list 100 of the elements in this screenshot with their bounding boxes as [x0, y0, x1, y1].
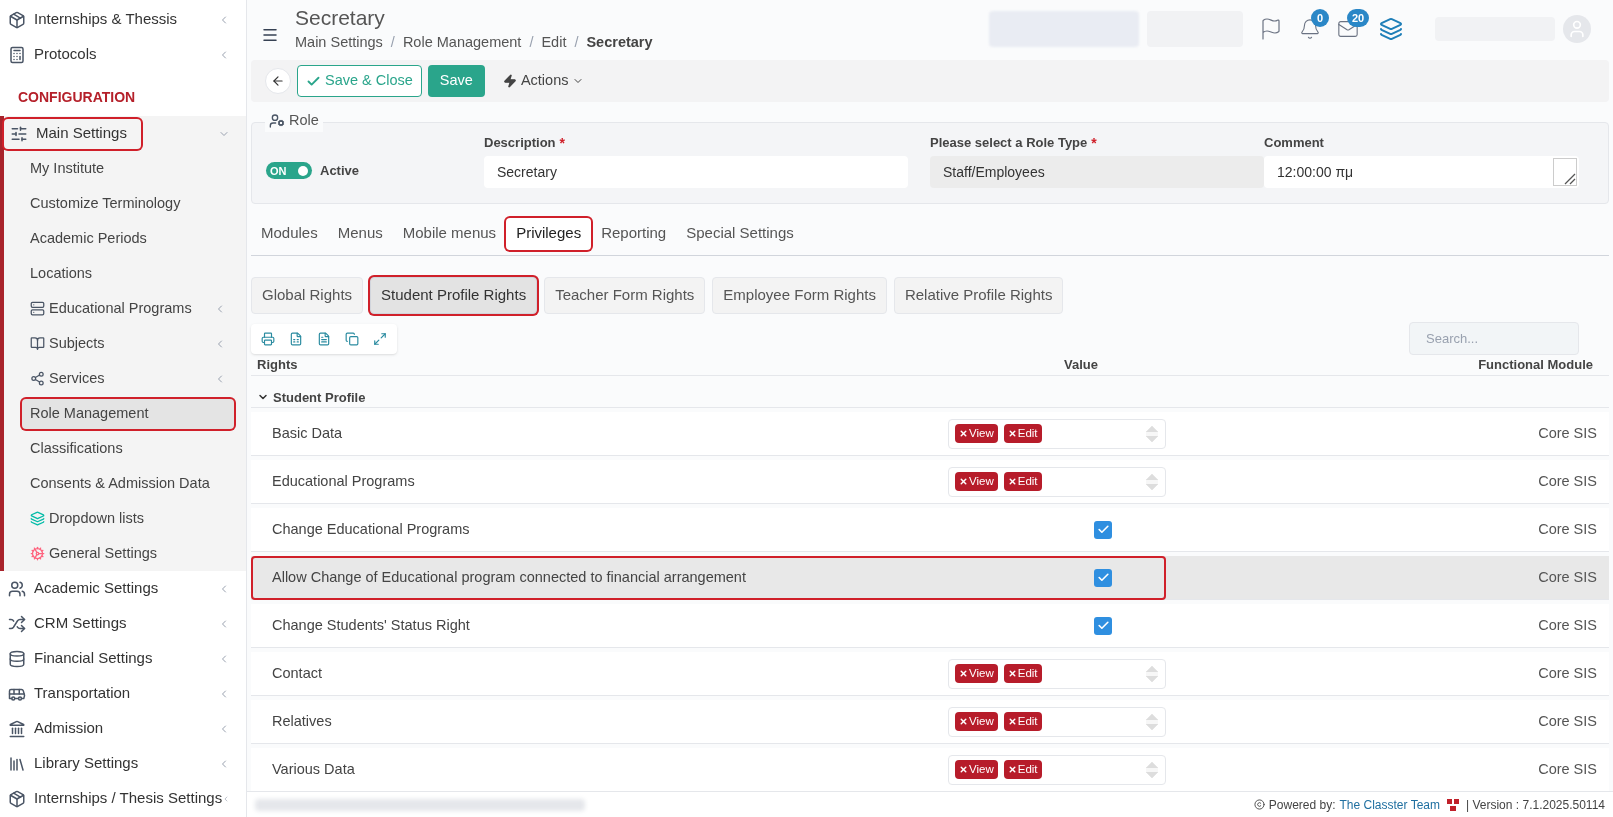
value-tag[interactable]: View — [955, 760, 998, 779]
subtab[interactable]: Teacher Form Rights — [544, 277, 706, 314]
subtab[interactable]: Global Rights — [251, 277, 364, 314]
submenu-item[interactable]: Educational Programs — [22, 293, 234, 324]
pdf-icon[interactable] — [317, 331, 331, 346]
table-cell-text: Relatives — [271, 711, 333, 731]
bolt-icon — [502, 74, 517, 88]
table-row[interactable]: Change Students' Status Right Core SIS — [251, 604, 1609, 648]
breadcrumb-item[interactable]: Main Settings — [295, 32, 383, 54]
input-field[interactable]: 12:00:00 πμ — [1264, 156, 1579, 188]
table-row[interactable]: Educational Programs View Edit Core SIS — [251, 460, 1609, 504]
spinner-icon — [1145, 472, 1159, 491]
subtab[interactable]: Relative Profile Rights — [893, 277, 1064, 314]
table-cell-text: Basic Data — [271, 423, 344, 443]
value-tag[interactable]: Edit — [1003, 712, 1042, 731]
table-row[interactable]: Various Data View Edit Core SIS — [251, 748, 1609, 791]
input-field[interactable]: Secretary — [484, 156, 908, 188]
table-cell-text: Core SIS — [1538, 471, 1598, 491]
submenu-item[interactable]: Classifications — [22, 433, 234, 464]
sidebar-item[interactable]: Academic Settings — [0, 573, 159, 604]
tag-select-field[interactable]: View Edit — [948, 754, 1166, 785]
search-field[interactable]: Search... — [1409, 322, 1579, 355]
submenu-item[interactable]: Subjects — [22, 328, 234, 359]
tab[interactable]: Special Settings — [676, 217, 804, 250]
expand-icon[interactable] — [373, 331, 387, 346]
remove-icon — [959, 429, 968, 438]
submenu-item[interactable]: Locations — [22, 258, 234, 289]
tab[interactable]: Reporting — [591, 217, 677, 250]
sidebar-item[interactable]: Library Settings — [0, 748, 139, 779]
required-mark: * — [1091, 133, 1097, 153]
submenu-item[interactable]: General Settings — [22, 538, 234, 569]
sidebar-item[interactable]: Transportation — [0, 678, 131, 709]
sidebar-item[interactable]: Admission — [0, 713, 104, 744]
table-row[interactable]: Relatives View Edit Core SIS — [251, 700, 1609, 744]
copy-icon[interactable] — [345, 331, 359, 346]
menu-icon[interactable] — [261, 26, 279, 44]
tab[interactable]: Menus — [327, 217, 393, 250]
team-link[interactable]: The Classter Team — [1339, 795, 1440, 814]
subtab[interactable]: Student Profile Rights — [370, 277, 538, 314]
print-icon[interactable] — [261, 331, 275, 346]
subtab[interactable]: Employee Form Rights — [712, 277, 887, 314]
tag-select-field[interactable]: View Edit — [948, 418, 1166, 449]
table-row[interactable]: Contact View Edit Core SIS — [251, 652, 1609, 696]
sidebar-item[interactable]: Internships & Thessis — [0, 4, 178, 35]
tab[interactable]: Mobile menus — [392, 217, 507, 250]
submenu-item[interactable]: My Institute — [22, 153, 234, 184]
checkbox[interactable] — [1094, 568, 1112, 587]
sidebar-item[interactable]: Financial Settings — [0, 643, 153, 674]
table-row[interactable]: Basic Data View Edit Core SIS — [251, 412, 1609, 456]
submenu-item[interactable]: Services — [22, 363, 234, 394]
submenu-item[interactable]: Consents & Admission Data — [22, 468, 234, 499]
submenu-icon — [30, 371, 45, 386]
table-cell-text: Change Students' Status Right — [271, 615, 471, 635]
submenu-icon — [30, 511, 45, 526]
sidebar-item[interactable]: Protocols — [0, 39, 97, 70]
sidebar-item[interactable]: Internships / Thesis Settings — [0, 783, 223, 814]
check-icon — [1096, 571, 1110, 584]
submenu-item[interactable]: Dropdown lists — [22, 503, 234, 534]
actions-button[interactable]: Actions — [490, 65, 597, 97]
remove-icon — [959, 765, 968, 774]
input-field[interactable]: Staff/Employees — [930, 156, 1264, 188]
tag-select-field[interactable]: View Edit — [948, 658, 1166, 689]
breadcrumb-item[interactable]: Edit — [541, 32, 567, 54]
table-cell-text: Core SIS — [1538, 663, 1598, 683]
breadcrumb-separator: / — [390, 33, 395, 53]
back-button[interactable] — [265, 68, 291, 94]
tab[interactable]: Privileges — [506, 217, 592, 250]
submenu-icon — [30, 336, 45, 351]
submenu-icon — [30, 301, 45, 316]
tab[interactable]: Modules — [251, 217, 328, 250]
value-tag[interactable]: View — [955, 424, 998, 443]
checkbox[interactable] — [1094, 616, 1112, 635]
table-row[interactable]: Change Educational Programs Core SIS — [251, 508, 1609, 552]
field-label: Please select a Role Type — [930, 134, 1088, 153]
value-tag[interactable]: Edit — [1003, 424, 1042, 443]
remove-icon — [1007, 765, 1017, 774]
submenu-item[interactable]: Academic Periods — [22, 223, 234, 254]
checkbox[interactable] — [1094, 520, 1112, 539]
submenu-item[interactable]: Role Management — [22, 398, 234, 429]
tag-select-field[interactable]: View Edit — [948, 466, 1166, 497]
version-text: | Version : 7.1.2025.50114 — [1466, 796, 1605, 814]
tag-select-field[interactable]: View Edit — [948, 706, 1166, 737]
sidebar-icon — [8, 789, 26, 808]
remove-icon — [959, 669, 968, 678]
sidebar-item[interactable]: Main Settings — [4, 118, 141, 149]
sidebar-item[interactable]: CRM Settings — [0, 608, 127, 639]
role-legend: Role — [289, 110, 319, 132]
value-tag[interactable]: Edit — [1003, 472, 1042, 491]
check-icon — [1096, 523, 1110, 536]
submenu-item[interactable]: Customize Terminology — [22, 188, 234, 219]
table-row[interactable]: Allow Change of Educational program connected to financial arrangement Core SIS — [251, 556, 1609, 600]
value-tag[interactable]: View — [955, 664, 998, 683]
excel-icon[interactable] — [289, 331, 303, 346]
value-tag[interactable]: Edit — [1003, 664, 1042, 683]
sidebar-icon — [8, 649, 26, 668]
value-tag[interactable]: View — [955, 712, 998, 731]
flag-icon[interactable] — [1259, 17, 1283, 41]
value-tag[interactable]: Edit — [1003, 760, 1042, 779]
value-tag[interactable]: View — [955, 472, 998, 491]
breadcrumb-item[interactable]: Role Management — [402, 32, 522, 54]
